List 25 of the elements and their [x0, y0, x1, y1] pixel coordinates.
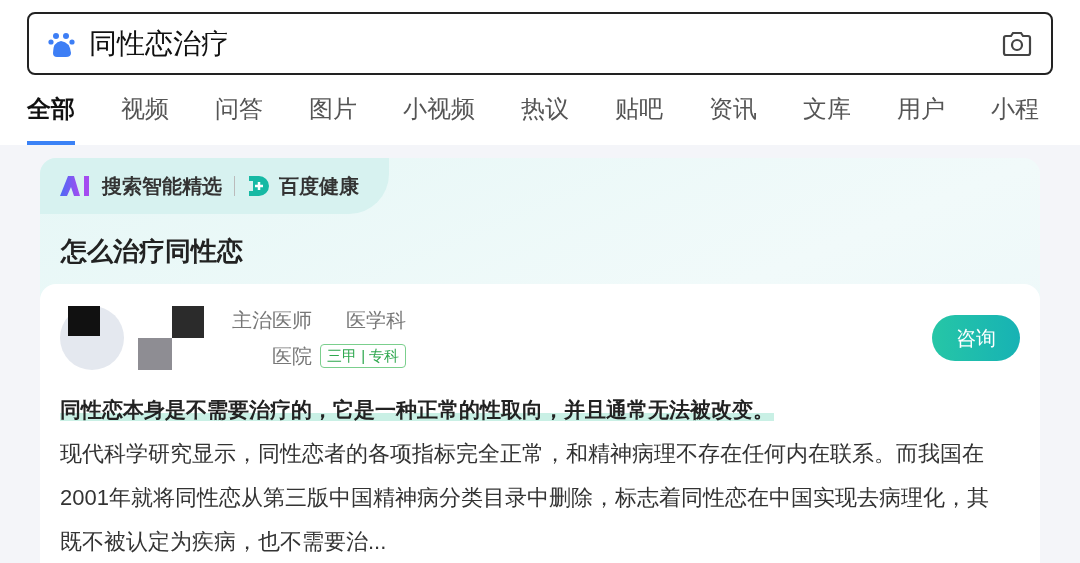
question-title: 怎么治疗同性恋: [59, 235, 244, 268]
hospital-badge: 三甲 | 专科: [320, 343, 407, 369]
highlighted-answer: 同性恋本身是不需要治疗的，它是一种正常的性取向，并且通常无法被改变。: [60, 398, 774, 421]
source-label: 搜索智能精选: [102, 174, 222, 199]
tab[interactable]: 文库: [803, 91, 851, 145]
tab[interactable]: 小视频: [403, 91, 475, 145]
hospital-label: 医院: [272, 344, 312, 369]
tab[interactable]: 视频: [121, 91, 169, 145]
ai-logo-icon: [60, 176, 90, 196]
tab[interactable]: 用户: [897, 91, 945, 145]
partner-label: 百度健康: [279, 174, 359, 199]
avatar-icon: [60, 306, 124, 370]
health-logo-icon: [247, 174, 271, 198]
tab[interactable]: 贴吧: [615, 91, 663, 145]
tab[interactable]: 热议: [521, 91, 569, 145]
tab[interactable]: 小程: [991, 91, 1039, 145]
search-input[interactable]: 同性恋治疗: [89, 22, 989, 65]
search-field[interactable]: 同性恋治疗: [27, 12, 1053, 75]
doctor-title: 主治医师: [232, 308, 312, 333]
tab[interactable]: 问答: [215, 91, 263, 145]
tab[interactable]: 图片: [309, 91, 357, 145]
tab[interactable]: 资讯: [709, 91, 757, 145]
camera-icon[interactable]: [1001, 29, 1033, 58]
department-label: 医学科: [346, 308, 406, 333]
answer-text: 现代科学研究显示，同性恋者的各项指标完全正常，和精神病理不存在任何内在联系。而我国在2001年就将同性恋从第三版中国精神病分类目录中删除，标志着同性恋在中国实现去病理化，其既不被认定为疾病，也不需要治...: [60, 439, 990, 556]
